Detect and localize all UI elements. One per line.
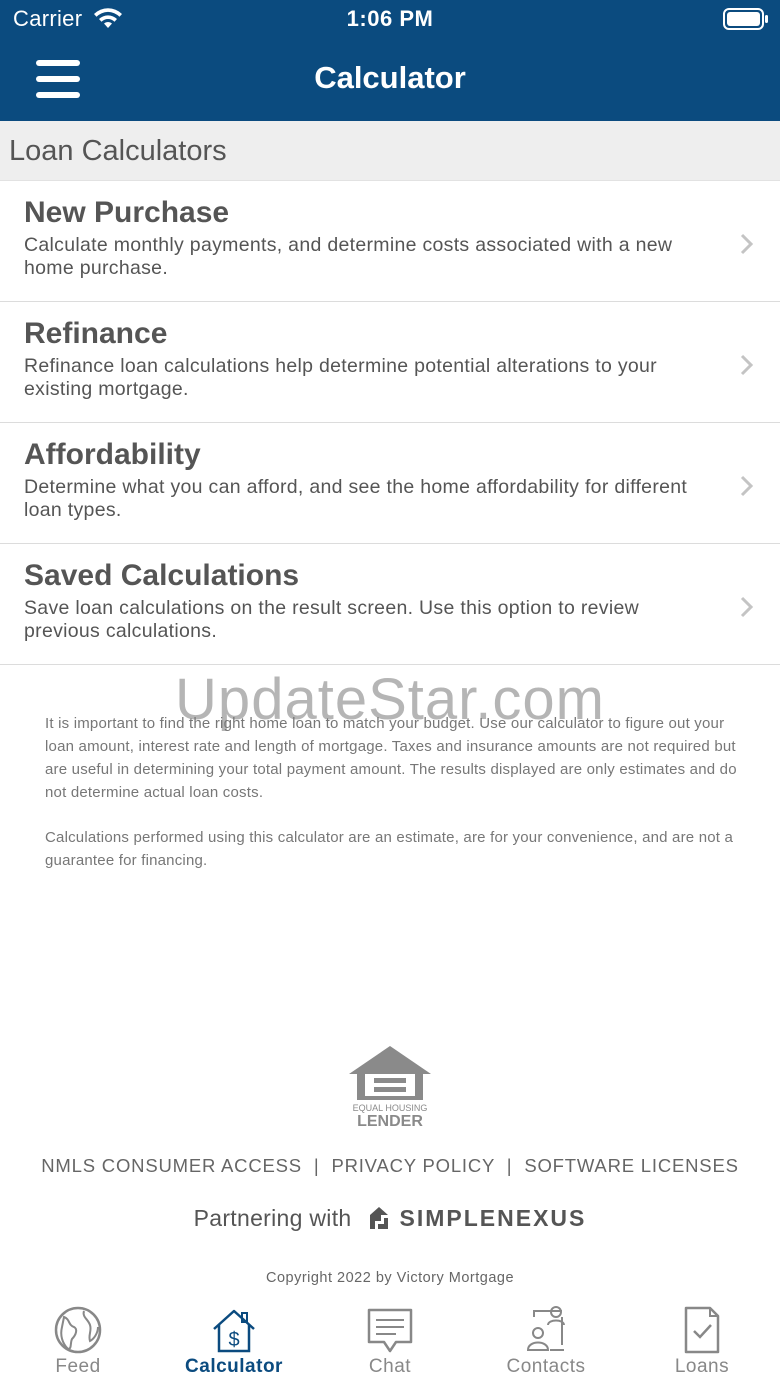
tab-label: Contacts — [506, 1356, 586, 1377]
software-licenses-link[interactable]: SOFTWARE LICENSES — [524, 1155, 738, 1176]
tab-label: Calculator — [185, 1356, 283, 1377]
contacts-icon — [526, 1306, 565, 1351]
footer-links: NMLS CONSUMER ACCESS | PRIVACY POLICY | … — [0, 1155, 780, 1177]
chevron-right-icon — [740, 475, 754, 497]
calculator-item-title: Affordability — [24, 438, 201, 471]
calculator-list: New Purchase Calculate monthly payments,… — [0, 181, 780, 665]
app-header: Carrier 1:06 PM Calculator — [0, 0, 780, 121]
section-header: Loan Calculators — [0, 121, 780, 181]
calculator-item-title: Saved Calculations — [24, 559, 300, 592]
tab-feed[interactable]: Feed — [0, 1300, 156, 1387]
link-separator: | — [506, 1155, 513, 1176]
tab-calculator[interactable]: $ Calculator — [156, 1300, 312, 1387]
nmls-consumer-access-link[interactable]: NMLS CONSUMER ACCESS — [41, 1155, 302, 1176]
calculator-item-description: Save loan calculations on the result scr… — [24, 597, 639, 642]
disclaimer-paragraph: Calculations performed using this calcul… — [45, 829, 734, 869]
chevron-right-icon — [740, 596, 754, 618]
chevron-right-icon — [740, 354, 754, 376]
simplenexus-logo: SIMPLENEXUS — [366, 1205, 587, 1232]
simplenexus-mark-icon — [369, 1207, 388, 1229]
tab-loans[interactable]: Loans — [624, 1300, 780, 1387]
section-title: Loan Calculators — [9, 135, 227, 167]
calculator-item-description: Calculate monthly payments, and determin… — [24, 234, 673, 279]
privacy-policy-link[interactable]: PRIVACY POLICY — [331, 1155, 494, 1176]
equal-housing-lender-logo: EQUAL HOUSING LENDER — [349, 1046, 431, 1130]
calculator-item-title: New Purchase — [24, 196, 230, 229]
link-separator: | — [313, 1155, 320, 1176]
house-dollar-icon: $ — [213, 1309, 255, 1353]
calculator-item-refinance[interactable]: Refinance Refinance loan calculations he… — [0, 302, 780, 423]
chevron-right-icon — [740, 233, 754, 255]
status-time: 1:06 PM — [346, 6, 434, 31]
svg-text:$: $ — [228, 1329, 239, 1351]
copyright: Copyright 2022 by Victory Mortgage — [265, 1270, 515, 1286]
partner-row: Partnering with SIMPLENEXUS — [0, 1203, 780, 1233]
calculator-item-new-purchase[interactable]: New Purchase Calculate monthly payments,… — [0, 181, 780, 302]
calculator-item-saved-calculations[interactable]: Saved Calculations Save loan calculation… — [0, 544, 780, 665]
partner-label: Partnering with — [193, 1204, 352, 1231]
watermark: UpdateStar.com — [175, 667, 605, 732]
app-screen: Carrier 1:06 PM Calculator Loan Calculat… — [0, 0, 780, 1387]
page-title: Calculator — [314, 60, 466, 95]
tab-label: Loans — [674, 1356, 730, 1377]
tab-label: Feed — [55, 1356, 101, 1377]
calculator-item-description: Determine what you can afford, and see t… — [24, 476, 688, 521]
tab-chat[interactable]: Chat — [312, 1300, 468, 1387]
battery-icon — [723, 8, 768, 30]
calculator-item-description: Refinance loan calculations help determi… — [24, 355, 657, 400]
svg-text:LENDER: LENDER — [357, 1113, 423, 1130]
svg-text:EQUAL HOUSING: EQUAL HOUSING — [353, 1103, 428, 1113]
tab-contacts[interactable]: Contacts — [468, 1300, 624, 1387]
chat-bubble-icon — [367, 1308, 413, 1353]
tab-label: Chat — [368, 1356, 412, 1377]
disclaimer: It is important to find the right home l… — [45, 712, 745, 894]
status-bar: Carrier 1:06 PM — [0, 0, 780, 40]
tab-bar: Feed $ Calculator Chat Contacts Loans — [0, 1300, 780, 1387]
globe-icon — [54, 1306, 102, 1354]
simplenexus-wordmark: SIMPLENEXUS — [399, 1204, 587, 1231]
calculator-item-title: Refinance — [24, 317, 168, 350]
document-check-icon — [684, 1306, 720, 1354]
calculator-item-affordability[interactable]: Affordability Determine what you can aff… — [0, 423, 780, 544]
